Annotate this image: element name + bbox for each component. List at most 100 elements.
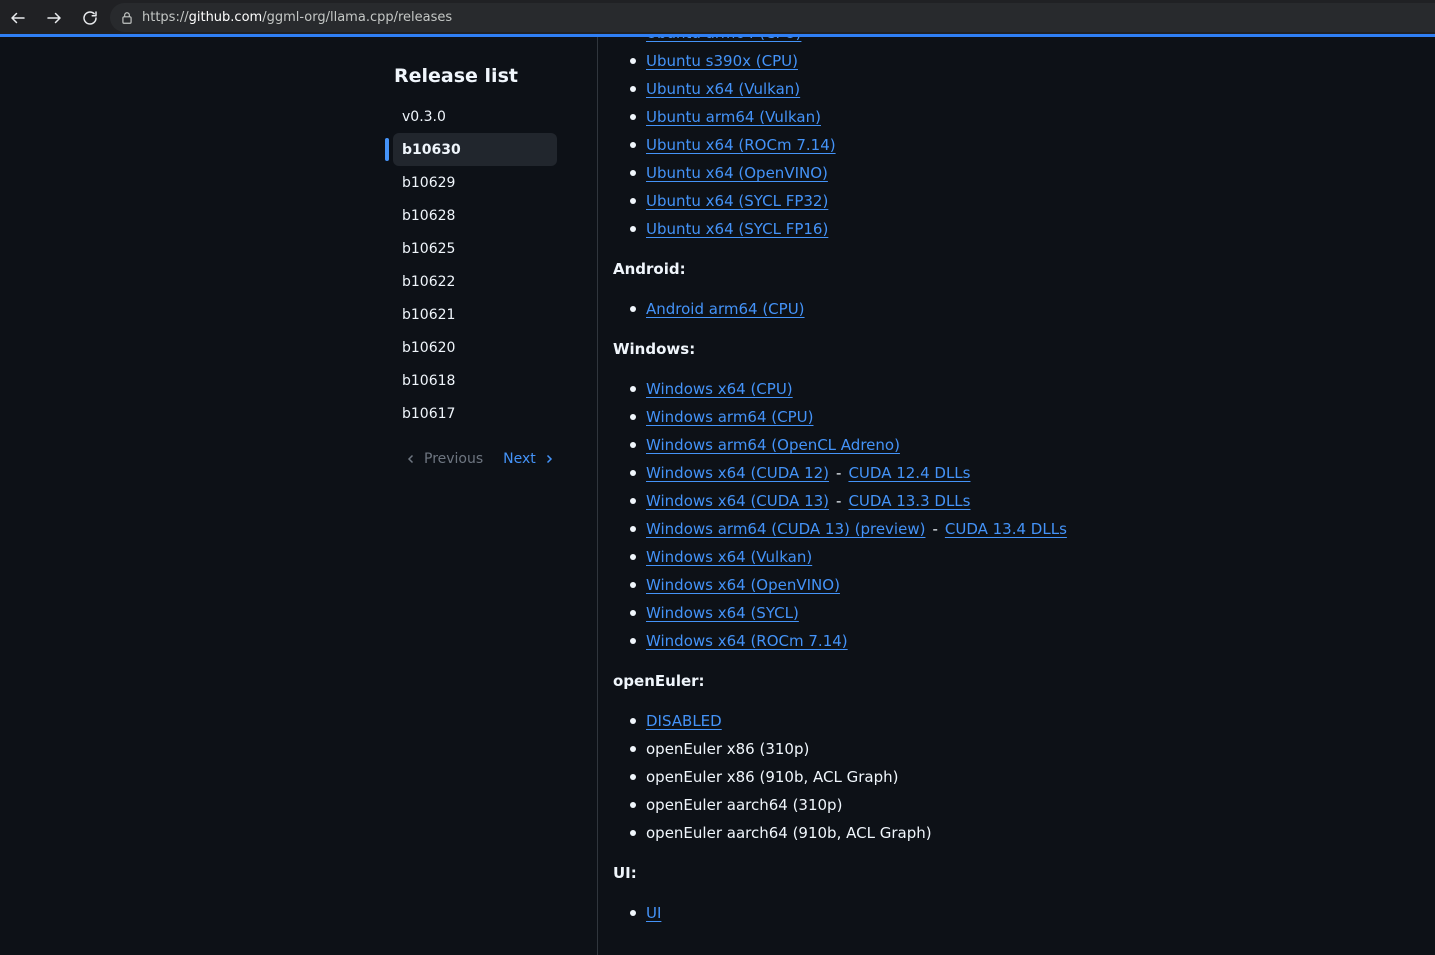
next-label: Next [503, 451, 536, 467]
download-link[interactable]: CUDA 12.4 DLLs [848, 464, 970, 482]
ubuntu-list: Ubuntu arm64 (CPU) Ubuntu s390x (CPU) Ubun… [613, 37, 1413, 243]
build-list-item: Ubuntu s390x (CPU) [613, 47, 1413, 75]
release-notes: Ubuntu arm64 (CPU) Ubuntu s390x (CPU) Ubun… [613, 37, 1413, 927]
download-link[interactable]: Ubuntu x64 (OpenVINO) [646, 164, 828, 182]
ui-list: UI [613, 899, 1413, 927]
release-item[interactable]: v0.3.0 [385, 100, 557, 133]
url-scheme: https:// [142, 10, 189, 25]
download-link[interactable]: DISABLED [646, 712, 722, 730]
previous-button: Previous [406, 451, 483, 467]
release-pagination: Previous Next [406, 451, 554, 467]
download-link[interactable]: Windows x64 (ROCm 7.14) [646, 632, 848, 650]
back-button[interactable] [5, 6, 31, 30]
build-list-item: Windows x64 (CPU) [613, 375, 1413, 403]
release-item[interactable]: b10629 [385, 166, 557, 199]
download-link[interactable]: Windows x64 (CPU) [646, 380, 793, 398]
chevron-left-icon [407, 454, 414, 464]
build-list-item: openEuler x86 (310p) [613, 735, 1413, 763]
build-list-item: openEuler x86 (910b, ACL Graph) [613, 763, 1413, 791]
build-list-item: Windows arm64 (OpenCL Adreno) [613, 431, 1413, 459]
release-item[interactable]: b10621 [385, 298, 557, 331]
build-list-item: openEuler aarch64 (310p) [613, 791, 1413, 819]
separator: - [932, 520, 938, 538]
release-list: v0.3.0 b10630 b10629 b10628 b10625 b10622 b106… [385, 100, 557, 430]
android-list: Android arm64 (CPU) [613, 295, 1413, 323]
build-label: openEuler x86 (310p) [646, 740, 810, 758]
build-list-item: DISABLED [613, 707, 1413, 735]
separator: - [836, 492, 842, 510]
build-list-item: Ubuntu x64 (Vulkan) [613, 75, 1413, 103]
build-list-item: UI [613, 899, 1413, 927]
download-link[interactable]: Android arm64 (CPU) [646, 300, 805, 318]
build-list-item: Ubuntu x64 (ROCm 7.14) [613, 131, 1413, 159]
reload-icon [83, 11, 97, 25]
build-list-item: openEuler aarch64 (910b, ACL Graph) [613, 819, 1413, 847]
build-list-item: Windows x64 (CUDA 13) - CUDA 13.3 DLLs [613, 487, 1413, 515]
page: Release list v0.3.0 b10630 b10629 b10628 b10… [2, 37, 1435, 955]
release-item[interactable]: b10630 [385, 133, 557, 166]
download-link[interactable]: Windows x64 (Vulkan) [646, 548, 812, 566]
windows-heading: Windows: [613, 340, 696, 358]
url-text[interactable]: https://github.com/ggml-org/llama.cpp/re… [142, 10, 452, 25]
forward-button[interactable] [41, 6, 67, 30]
download-link[interactable]: Ubuntu arm64 (CPU) [646, 37, 801, 42]
build-list-item: Windows arm64 (CPU) [613, 403, 1413, 431]
build-list-item: Windows x64 (ROCm 7.14) [613, 627, 1413, 655]
release-item[interactable]: b10618 [385, 364, 557, 397]
build-list-item: Windows x64 (OpenVINO) [613, 571, 1413, 599]
openeuler-list: DISABLED openEuler x86 (310p) openEuler x8… [613, 707, 1413, 847]
download-link[interactable]: Windows x64 (CUDA 12) [646, 464, 829, 482]
download-link[interactable]: Windows arm64 (CPU) [646, 408, 814, 426]
build-list-item: Windows x64 (CUDA 12) - CUDA 12.4 DLLs [613, 459, 1413, 487]
download-link[interactable]: Ubuntu x64 (ROCm 7.14) [646, 136, 836, 154]
separator: - [836, 464, 842, 482]
download-link[interactable]: Windows x64 (CUDA 13) [646, 492, 829, 510]
download-link[interactable]: Ubuntu x64 (SYCL FP32) [646, 192, 828, 210]
download-link[interactable]: CUDA 13.3 DLLs [848, 492, 970, 510]
reload-button[interactable] [77, 6, 103, 30]
release-item[interactable]: b10622 [385, 265, 557, 298]
openeuler-heading: openEuler: [613, 672, 705, 690]
url-host: github.com [188, 10, 263, 25]
url-path: /ggml-org/llama.cpp/releases [262, 10, 453, 25]
download-link[interactable]: Ubuntu s390x (CPU) [646, 52, 798, 70]
sidebar-divider [597, 37, 598, 955]
build-list-item: Ubuntu x64 (SYCL FP32) [613, 187, 1413, 215]
download-link[interactable]: CUDA 13.4 DLLs [945, 520, 1067, 538]
release-item[interactable]: b10617 [385, 397, 557, 430]
release-item[interactable]: b10628 [385, 199, 557, 232]
build-list-item: Ubuntu arm64 (Vulkan) [613, 103, 1413, 131]
ui-heading: UI: [613, 864, 637, 882]
build-list-item: Ubuntu x64 (OpenVINO) [613, 159, 1413, 187]
release-item[interactable]: b10620 [385, 331, 557, 364]
build-label: openEuler x86 (910b, ACL Graph) [646, 768, 899, 786]
download-link[interactable]: Windows arm64 (CUDA 13) (preview) [646, 520, 925, 538]
download-link[interactable]: Ubuntu arm64 (Vulkan) [646, 108, 821, 126]
build-list-item: Windows x64 (Vulkan) [613, 543, 1413, 571]
download-link[interactable]: Windows x64 (OpenVINO) [646, 576, 840, 594]
build-label: openEuler aarch64 (910b, ACL Graph) [646, 824, 932, 842]
arrow-right-icon [47, 12, 61, 24]
build-label: openEuler aarch64 (310p) [646, 796, 843, 814]
build-list-item: Windows arm64 (CUDA 13) (preview) - CUDA 1… [613, 515, 1413, 543]
previous-label: Previous [424, 451, 484, 467]
site-info-icon[interactable] [120, 11, 134, 25]
download-link[interactable]: Windows x64 (SYCL) [646, 604, 799, 622]
chevron-right-icon [546, 454, 552, 464]
next-button[interactable]: Next [503, 451, 554, 467]
download-link[interactable]: Ubuntu x64 (SYCL FP16) [646, 220, 828, 238]
build-list-item: Windows x64 (SYCL) [613, 599, 1413, 627]
download-link[interactable]: UI [646, 904, 661, 922]
download-link[interactable]: Windows arm64 (OpenCL Adreno) [646, 436, 900, 454]
release-list-title: Release list [394, 65, 518, 87]
build-list-item: Ubuntu arm64 (CPU) [613, 37, 1413, 47]
browser-toolbar: https://github.com/ggml-org/llama.cpp/re… [0, 0, 1435, 37]
arrow-left-icon [11, 12, 25, 24]
android-heading: Android: [613, 260, 686, 278]
windows-list: Windows x64 (CPU) Windows arm64 (CPU) Wind… [613, 375, 1413, 655]
build-list-item: Ubuntu x64 (SYCL FP16) [613, 215, 1413, 243]
download-link[interactable]: Ubuntu x64 (Vulkan) [646, 80, 800, 98]
build-list-item: Android arm64 (CPU) [613, 295, 1413, 323]
release-item[interactable]: b10625 [385, 232, 557, 265]
address-bar[interactable]: https://github.com/ggml-org/llama.cpp/re… [110, 3, 1435, 32]
